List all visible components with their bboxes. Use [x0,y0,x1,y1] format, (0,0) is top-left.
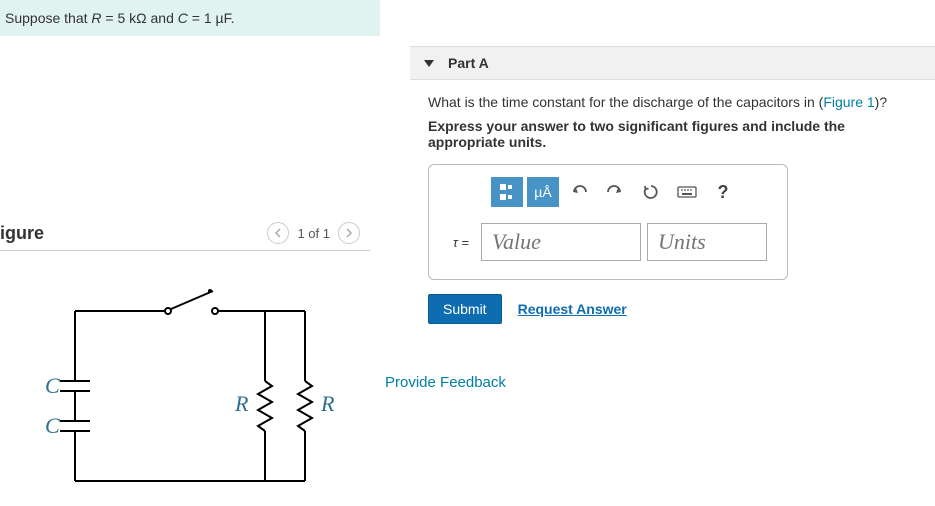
units-input[interactable] [647,223,767,261]
part-header[interactable]: Part A [410,46,935,80]
figure-panel: igure 1 of 1 [0,222,370,501]
figure-nav-text: 1 of 1 [297,226,330,241]
submit-button[interactable]: Submit [428,294,502,324]
given-r-sym: R [91,10,101,26]
given-c-sym: C [178,10,188,26]
figure-link[interactable]: Figure 1 [823,94,874,110]
circuit-diagram: C C R R [25,271,345,501]
res-label-2: R [320,391,335,416]
keyboard-icon [677,185,697,199]
question-text: What is the time constant for the discha… [410,80,935,118]
cap-label-2: C [45,413,60,438]
part-title: Part A [448,55,489,71]
question-pre: What is the time constant for the discha… [428,94,823,110]
answer-instruction: Express your answer to two significant f… [410,118,935,164]
figure-next-button[interactable] [338,222,360,244]
answer-toolbar: µÅ ? [491,177,775,207]
given-r-eq: = 5 kΩ and [102,10,178,26]
undo-icon [570,185,588,199]
answer-box: µÅ ? τ = [428,164,788,280]
figure-prev-button[interactable] [267,222,289,244]
chevron-right-icon [345,228,353,238]
fraction-icon [498,183,516,201]
undo-button[interactable] [563,177,595,207]
collapse-icon [424,60,434,67]
provide-feedback-link[interactable]: Provide Feedback [385,374,935,391]
reset-button[interactable] [635,177,667,207]
cap-label-1: C [45,373,60,398]
value-input[interactable] [481,223,641,261]
res-label-1: R [234,391,249,416]
redo-button[interactable] [599,177,631,207]
template-button[interactable] [491,177,523,207]
question-post: )? [875,94,887,110]
help-button[interactable]: ? [707,177,739,207]
chevron-left-icon [274,228,282,238]
given-values: Suppose that R = 5 kΩ and C = 1 µF. [0,0,380,36]
figure-nav: 1 of 1 [267,222,360,244]
redo-icon [606,185,624,199]
reset-icon [643,184,659,200]
units-tool-button[interactable]: µÅ [527,177,559,207]
keyboard-button[interactable] [671,177,703,207]
given-c-eq: = 1 µF. [188,10,235,26]
given-prefix: Suppose that [5,10,91,26]
figure-title: igure [0,223,44,244]
tau-label: τ = [441,223,481,261]
request-answer-link[interactable]: Request Answer [518,301,627,317]
